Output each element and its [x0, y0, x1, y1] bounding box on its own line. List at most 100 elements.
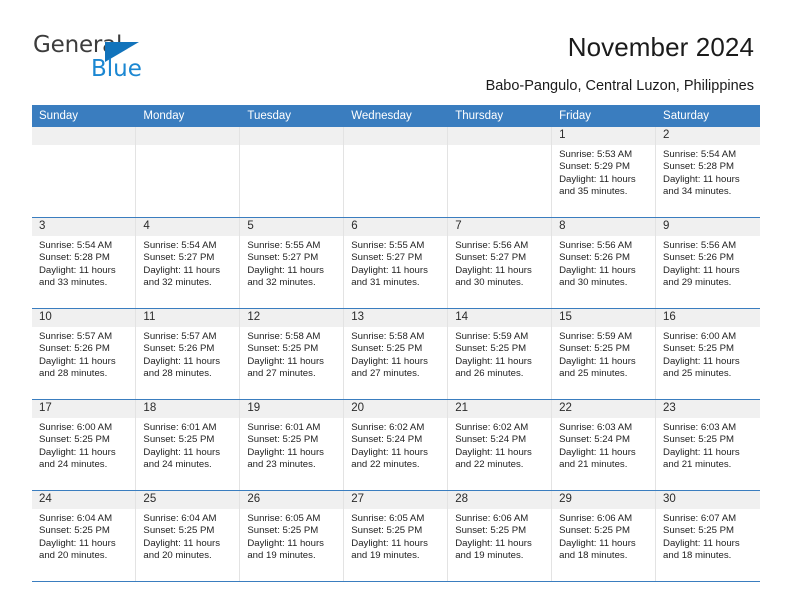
day-number: 7	[448, 218, 552, 236]
sunrise-text: Sunrise: 5:59 AM	[559, 331, 633, 342]
sunrise-text: Sunrise: 6:00 AM	[39, 422, 113, 433]
calendar-day-cell[interactable]: 19 Sunrise: 6:01 AM Sunset: 5:25 PM Dayligh…	[239, 399, 345, 491]
calendar-week-row: 10 Sunrise: 5:57 AM Sunset: 5:26 PM Dayligh…	[32, 308, 760, 400]
calendar-day-cell[interactable]: 22 Sunrise: 6:03 AM Sunset: 5:24 PM Dayligh…	[551, 399, 657, 491]
sunrise-text: Sunrise: 6:04 AM	[143, 513, 217, 524]
day-sun-info: Sunrise: 6:01 AM Sunset: 5:25 PM Daylight:…	[136, 418, 239, 472]
day-sun-info: Sunrise: 5:53 AM Sunset: 5:29 PM Daylight:…	[552, 145, 655, 199]
page-subtitle-location: Babo-Pangulo, Central Luzon, Philippines	[485, 78, 754, 94]
sunrise-text: Sunrise: 6:01 AM	[143, 422, 217, 433]
calendar-day-cell[interactable]: 23 Sunrise: 6:03 AM Sunset: 5:25 PM Dayligh…	[655, 399, 760, 491]
daylight-text: Daylight: 11 hours and 19 minutes.	[455, 537, 532, 562]
sunrise-text: Sunrise: 5:56 AM	[559, 240, 633, 251]
day-number: 9	[656, 218, 760, 236]
day-number: 1	[552, 127, 656, 145]
daylight-text: Daylight: 11 hours and 19 minutes.	[247, 537, 324, 562]
calendar-day-cell[interactable]: 5 Sunrise: 5:55 AM Sunset: 5:27 PM Daylight…	[239, 217, 345, 309]
weekday-header-saturday: Saturday	[655, 105, 760, 127]
calendar-day-cell[interactable]: 16 Sunrise: 6:00 AM Sunset: 5:25 PM Dayligh…	[655, 308, 760, 400]
calendar-day-cell[interactable]: 18 Sunrise: 6:01 AM Sunset: 5:25 PM Dayligh…	[135, 399, 241, 491]
general-blue-logo[interactable]: General Blue	[33, 34, 213, 84]
calendar-page: General Blue November 2024 Babo-Pangulo,…	[0, 0, 792, 612]
day-number: 4	[136, 218, 240, 236]
sunset-text: Sunset: 5:25 PM	[663, 343, 734, 355]
weekday-header-sunday: Sunday	[32, 105, 137, 127]
day-number: 11	[136, 309, 240, 327]
day-number	[240, 127, 344, 145]
daylight-text: Daylight: 11 hours and 18 minutes.	[663, 537, 740, 562]
daylight-text: Daylight: 11 hours and 31 minutes.	[351, 264, 428, 289]
sunset-text: Sunset: 5:25 PM	[143, 434, 215, 446]
calendar-day-cell[interactable]: 30 Sunrise: 6:07 AM Sunset: 5:25 PM Dayligh…	[655, 490, 760, 582]
sunset-text: Sunset: 5:25 PM	[39, 525, 110, 537]
sunrise-text: Sunrise: 6:03 AM	[559, 422, 633, 433]
day-number: 29	[552, 491, 656, 509]
day-number	[136, 127, 240, 145]
sunrise-text: Sunrise: 6:03 AM	[663, 422, 737, 433]
calendar-day-cell[interactable]: 10 Sunrise: 5:57 AM Sunset: 5:26 PM Dayligh…	[32, 308, 137, 400]
calendar-day-cell[interactable]: 17 Sunrise: 6:00 AM Sunset: 5:25 PM Dayligh…	[32, 399, 137, 491]
calendar-day-cell[interactable]: 21 Sunrise: 6:02 AM Sunset: 5:24 PM Dayligh…	[447, 399, 553, 491]
calendar-day-cell[interactable]: 12 Sunrise: 5:58 AM Sunset: 5:25 PM Dayligh…	[239, 308, 345, 400]
calendar-day-cell-empty	[32, 127, 137, 218]
weekday-header-tuesday: Tuesday	[239, 105, 345, 127]
sunrise-text: Sunrise: 5:55 AM	[247, 240, 321, 251]
sunset-text: Sunset: 5:27 PM	[247, 252, 319, 264]
calendar-day-cell[interactable]: 14 Sunrise: 5:59 AM Sunset: 5:25 PM Dayligh…	[447, 308, 553, 400]
day-sun-info: Sunrise: 5:58 AM Sunset: 5:25 PM Daylight:…	[240, 327, 343, 381]
calendar-day-cell[interactable]: 1 Sunrise: 5:53 AM Sunset: 5:29 PM Daylight…	[551, 127, 657, 218]
calendar-day-cell[interactable]: 13 Sunrise: 5:58 AM Sunset: 5:25 PM Dayligh…	[343, 308, 449, 400]
day-sun-info: Sunrise: 6:00 AM Sunset: 5:25 PM Daylight:…	[656, 327, 759, 381]
daylight-text: Daylight: 11 hours and 27 minutes.	[351, 355, 428, 380]
day-number: 27	[344, 491, 448, 509]
sunrise-text: Sunrise: 6:00 AM	[663, 331, 737, 342]
day-number: 24	[32, 491, 136, 509]
sunset-text: Sunset: 5:27 PM	[351, 252, 423, 264]
daylight-text: Daylight: 11 hours and 21 minutes.	[663, 446, 740, 471]
day-sun-info: Sunrise: 6:07 AM Sunset: 5:25 PM Daylight:…	[656, 509, 759, 563]
calendar-day-cell-empty	[447, 127, 553, 218]
sunset-text: Sunset: 5:25 PM	[39, 434, 110, 446]
sunset-text: Sunset: 5:25 PM	[455, 525, 527, 537]
day-number: 25	[136, 491, 240, 509]
sunset-text: Sunset: 5:24 PM	[351, 434, 423, 446]
calendar-day-cell[interactable]: 29 Sunrise: 6:06 AM Sunset: 5:25 PM Dayligh…	[551, 490, 657, 582]
logo-text-blue: Blue	[91, 56, 142, 82]
calendar-day-cell[interactable]: 27 Sunrise: 6:05 AM Sunset: 5:25 PM Dayligh…	[343, 490, 449, 582]
sunset-text: Sunset: 5:25 PM	[247, 434, 319, 446]
calendar-day-cell[interactable]: 24 Sunrise: 6:04 AM Sunset: 5:25 PM Dayligh…	[32, 490, 137, 582]
sunset-text: Sunset: 5:25 PM	[143, 525, 215, 537]
daylight-text: Daylight: 11 hours and 25 minutes.	[663, 355, 740, 380]
daylight-text: Daylight: 11 hours and 32 minutes.	[143, 264, 221, 289]
sunset-text: Sunset: 5:28 PM	[663, 161, 734, 173]
daylight-text: Daylight: 11 hours and 29 minutes.	[663, 264, 740, 289]
calendar-day-cell[interactable]: 2 Sunrise: 5:54 AM Sunset: 5:28 PM Daylight…	[655, 127, 760, 218]
calendar-day-cell[interactable]: 9 Sunrise: 5:56 AM Sunset: 5:26 PM Daylight…	[655, 217, 760, 309]
calendar-day-cell[interactable]: 11 Sunrise: 5:57 AM Sunset: 5:26 PM Dayligh…	[135, 308, 241, 400]
sunrise-text: Sunrise: 5:54 AM	[143, 240, 217, 251]
daylight-text: Daylight: 11 hours and 28 minutes.	[39, 355, 116, 380]
day-number: 19	[240, 400, 344, 418]
sunrise-text: Sunrise: 5:57 AM	[143, 331, 217, 342]
day-sun-info: Sunrise: 6:04 AM Sunset: 5:25 PM Daylight:…	[32, 509, 135, 563]
day-sun-info: Sunrise: 6:05 AM Sunset: 5:25 PM Daylight:…	[240, 509, 343, 563]
page-title: November 2024	[567, 32, 754, 62]
calendar-day-cell[interactable]: 28 Sunrise: 6:06 AM Sunset: 5:25 PM Dayligh…	[447, 490, 553, 582]
sunrise-text: Sunrise: 6:01 AM	[247, 422, 321, 433]
daylight-text: Daylight: 11 hours and 18 minutes.	[559, 537, 636, 562]
calendar-day-cell[interactable]: 26 Sunrise: 6:05 AM Sunset: 5:25 PM Dayligh…	[239, 490, 345, 582]
calendar-day-cell[interactable]: 8 Sunrise: 5:56 AM Sunset: 5:26 PM Daylight…	[551, 217, 657, 309]
calendar-day-cell[interactable]: 20 Sunrise: 6:02 AM Sunset: 5:24 PM Dayligh…	[343, 399, 449, 491]
sunset-text: Sunset: 5:26 PM	[663, 252, 734, 264]
calendar-day-cell[interactable]: 25 Sunrise: 6:04 AM Sunset: 5:25 PM Dayligh…	[135, 490, 241, 582]
calendar-day-cell[interactable]: 3 Sunrise: 5:54 AM Sunset: 5:28 PM Daylight…	[32, 217, 137, 309]
calendar-day-cell[interactable]: 4 Sunrise: 5:54 AM Sunset: 5:27 PM Daylight…	[135, 217, 241, 309]
calendar-day-cell[interactable]: 15 Sunrise: 5:59 AM Sunset: 5:25 PM Dayligh…	[551, 308, 657, 400]
calendar-day-cell[interactable]: 7 Sunrise: 5:56 AM Sunset: 5:27 PM Daylight…	[447, 217, 553, 309]
day-number: 23	[656, 400, 760, 418]
calendar-day-cell[interactable]: 6 Sunrise: 5:55 AM Sunset: 5:27 PM Daylight…	[343, 217, 449, 309]
weekday-header-monday: Monday	[135, 105, 241, 127]
sunrise-text: Sunrise: 6:04 AM	[39, 513, 113, 524]
day-number: 6	[344, 218, 448, 236]
sunset-text: Sunset: 5:25 PM	[351, 525, 423, 537]
